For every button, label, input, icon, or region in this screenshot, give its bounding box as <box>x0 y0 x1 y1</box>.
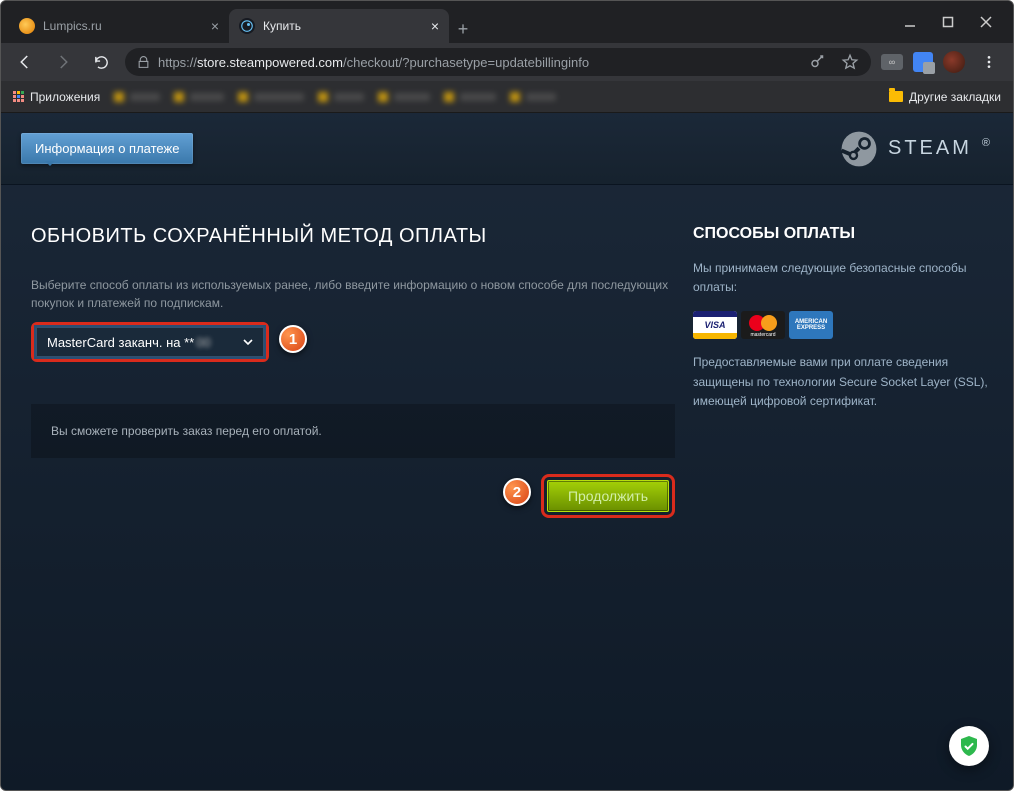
bookmarks-bar: Приложения Другие закладки <box>1 81 1013 113</box>
close-tab-icon[interactable]: × <box>211 18 219 34</box>
payment-hint: Выберите способ оплаты из используемых р… <box>31 276 675 312</box>
sidebar-title: СПОСОБЫ ОПЛАТЫ <box>693 225 993 243</box>
titlebar: Lumpics.ru × Купить × + <box>1 1 1013 43</box>
mastercard-icon: mastercard <box>741 311 785 339</box>
security-badge[interactable] <box>949 726 989 766</box>
back-button[interactable] <box>11 48 39 76</box>
steam-icon <box>840 130 878 168</box>
apps-bookmark[interactable]: Приложения <box>13 90 100 104</box>
bookmark-item[interactable] <box>174 92 224 102</box>
reload-button[interactable] <box>87 48 115 76</box>
favicon-icon <box>19 18 35 34</box>
payment-cards: VISA mastercard AMERICAN EXPRESS <box>693 311 993 339</box>
annotation-callout-2: 2 <box>503 478 531 506</box>
page-content: Информация о платеже STEAM ® О <box>1 113 1013 790</box>
apps-icon <box>13 91 24 102</box>
new-tab-button[interactable]: + <box>449 15 477 43</box>
bookmark-item[interactable] <box>114 92 160 102</box>
browser-window: Lumpics.ru × Купить × + https://store.st… <box>0 0 1014 791</box>
bookmark-item[interactable] <box>238 92 304 102</box>
folder-icon <box>889 91 903 102</box>
bookmark-item[interactable] <box>510 92 556 102</box>
registered-mark: ® <box>982 137 993 149</box>
shield-check-icon <box>957 734 981 758</box>
favicon-icon <box>239 18 255 34</box>
select-value: MasterCard заканч. на ** <box>47 335 194 350</box>
visa-card-icon: VISA <box>693 311 737 339</box>
minimize-button[interactable] <box>903 15 917 29</box>
browser-tab-lumpics[interactable]: Lumpics.ru × <box>9 9 229 43</box>
sidebar-ssl-text: Предоставляемые вами при оплате сведения… <box>693 353 993 411</box>
tab-label: Купить <box>263 19 301 33</box>
address-bar[interactable]: https://store.steampowered.com/checkout/… <box>125 48 871 76</box>
window-controls <box>903 11 1013 43</box>
other-bookmarks-label: Другие закладки <box>909 90 1001 104</box>
caret-down-icon <box>243 335 253 350</box>
bookmark-item[interactable] <box>378 92 430 102</box>
steam-logo: STEAM ® <box>840 130 993 168</box>
star-icon[interactable] <box>841 53 859 71</box>
profile-avatar[interactable] <box>943 51 965 73</box>
sidebar: СПОСОБЫ ОПЛАТЫ Мы принимаем следующие бе… <box>693 225 993 518</box>
page-title: ОБНОВИТЬ СОХРАНЁННЫЙ МЕТОД ОПЛАТЫ <box>31 225 675 248</box>
payment-method-select[interactable]: MasterCard заканч. на ** 00 <box>36 327 264 357</box>
browser-tab-steam[interactable]: Купить × <box>229 9 449 43</box>
steam-logo-text: STEAM <box>888 137 972 160</box>
key-icon[interactable] <box>809 53 827 71</box>
bookmark-item[interactable] <box>318 92 364 102</box>
menu-button[interactable] <box>975 48 1003 76</box>
review-note-box: Вы сможете проверить заказ перед его опл… <box>31 404 675 458</box>
continue-label: Продолжить <box>568 488 648 504</box>
forward-button[interactable] <box>49 48 77 76</box>
page-body: ОБНОВИТЬ СОХРАНЁННЫЙ МЕТОД ОПЛАТЫ Выбери… <box>1 185 1013 518</box>
maximize-button[interactable] <box>941 15 955 29</box>
other-bookmarks[interactable]: Другие закладки <box>889 90 1001 104</box>
tab-label: Lumpics.ru <box>43 19 102 33</box>
continue-button-highlight: Продолжить <box>541 474 675 518</box>
bookmark-item[interactable] <box>444 92 496 102</box>
lock-icon <box>137 56 150 69</box>
sidebar-accept-text: Мы принимаем следующие безопасные способ… <box>693 259 993 297</box>
checkout-steps-bar: Информация о платеже STEAM ® <box>1 113 1013 185</box>
close-window-button[interactable] <box>979 15 993 29</box>
amex-card-icon: AMERICAN EXPRESS <box>789 311 833 339</box>
main-column: ОБНОВИТЬ СОХРАНЁННЫЙ МЕТОД ОПЛАТЫ Выбери… <box>31 225 675 518</box>
apps-label: Приложения <box>30 90 100 104</box>
step-payment-info[interactable]: Информация о платеже <box>21 133 193 164</box>
translate-icon[interactable] <box>913 52 933 72</box>
url-text: https://store.steampowered.com/checkout/… <box>158 55 801 70</box>
step-label: Информация о платеже <box>35 141 179 156</box>
annotation-callout-1: 1 <box>279 325 307 353</box>
browser-toolbar: https://store.steampowered.com/checkout/… <box>1 43 1013 81</box>
review-note-text: Вы сможете проверить заказ перед его опл… <box>51 424 322 438</box>
continue-button[interactable]: Продолжить <box>547 480 669 512</box>
payment-select-highlight: MasterCard заканч. на ** 00 <box>31 322 269 362</box>
masked-digits: 00 <box>196 335 210 350</box>
continue-row: 2 Продолжить <box>31 474 675 518</box>
extension-icon[interactable]: ∞ <box>881 54 903 70</box>
close-tab-icon[interactable]: × <box>431 18 439 34</box>
